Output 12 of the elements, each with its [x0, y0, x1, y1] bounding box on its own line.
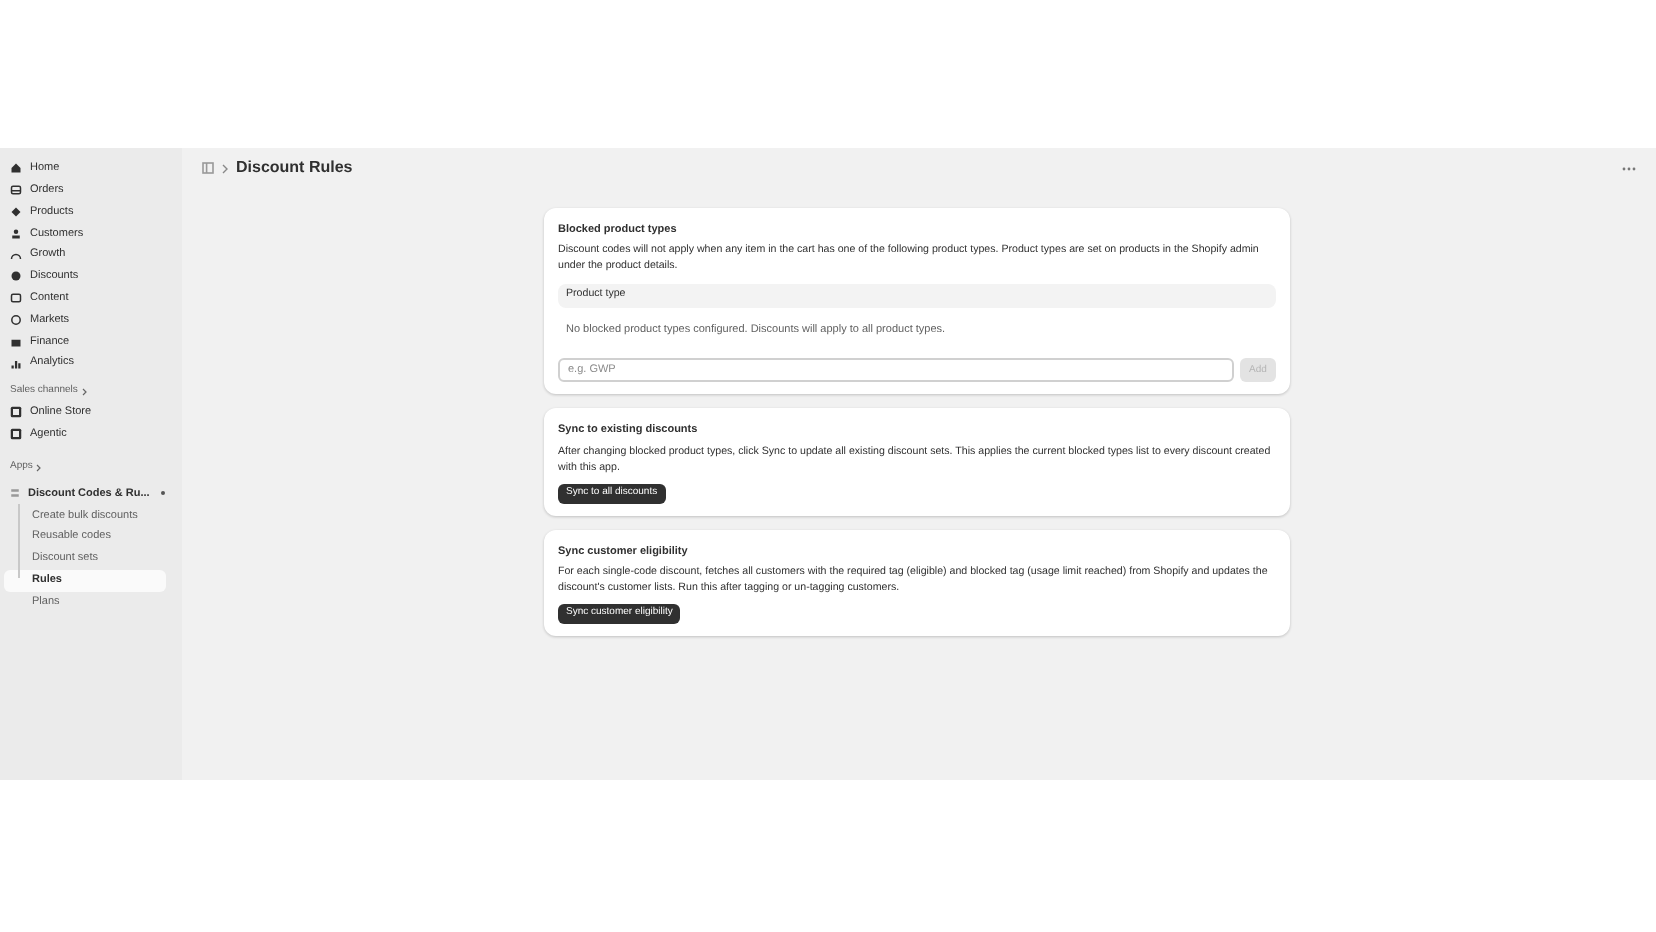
more-icon[interactable] [1622, 165, 1636, 171]
chevron-right-icon [36, 463, 43, 472]
chevron-right-icon [81, 387, 88, 396]
chevron-right-icon [222, 163, 228, 173]
tray-icon [10, 184, 22, 197]
bar-chart-icon [10, 357, 22, 370]
person-icon [10, 227, 22, 240]
sidebar-toggle-icon[interactable] [202, 162, 214, 174]
page-title: Discount Rules [236, 156, 353, 180]
window-icon [10, 292, 22, 305]
pin-icon[interactable] [160, 490, 166, 497]
house-icon [10, 162, 22, 175]
